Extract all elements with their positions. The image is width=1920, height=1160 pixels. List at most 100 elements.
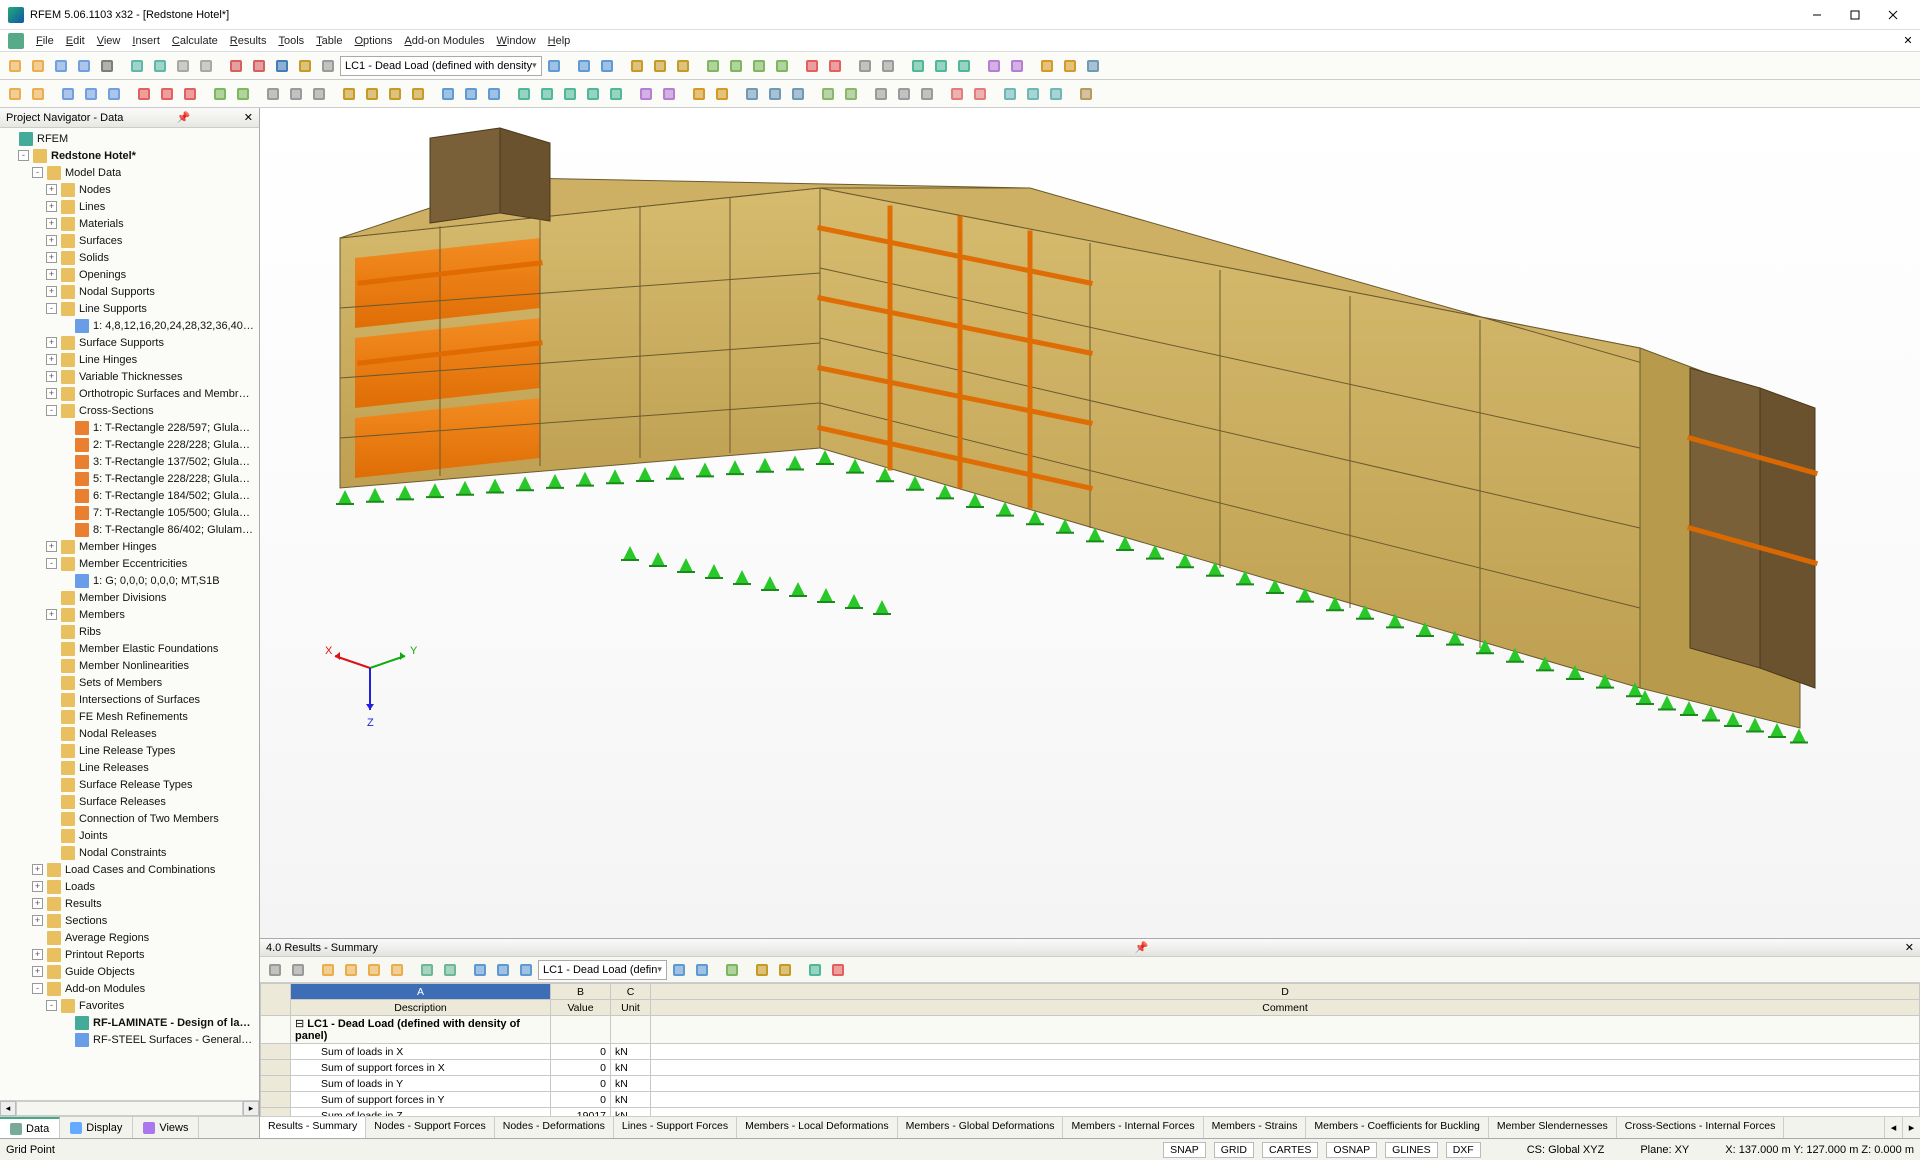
col-b[interactable]: B [551, 984, 611, 1000]
dxf-toggle[interactable]: DXF [1446, 1142, 1481, 1158]
tree-node[interactable]: -Favorites [0, 997, 259, 1014]
toolbar-button[interactable] [1036, 55, 1058, 77]
toolbar-button[interactable] [103, 83, 125, 105]
toolbar-button[interactable] [635, 83, 657, 105]
toolbar-button[interactable] [1059, 55, 1081, 77]
toolbar-button[interactable] [4, 83, 26, 105]
expand-icon[interactable]: + [46, 609, 57, 620]
toolbar-button[interactable] [338, 83, 360, 105]
tree-node[interactable]: Surface Releases [0, 793, 259, 810]
tree-node[interactable]: +Surface Supports [0, 334, 259, 351]
toolbar-button[interactable] [294, 55, 316, 77]
navigator-close-icon[interactable]: ✕ [244, 111, 253, 124]
col-a[interactable]: A [291, 984, 551, 1000]
close-button[interactable] [1874, 3, 1912, 27]
results-tab[interactable]: Members - Local Deformations [737, 1117, 898, 1138]
toolbar-button[interactable] [172, 55, 194, 77]
navigator-hscroll[interactable]: ◂ ▸ [0, 1100, 259, 1116]
toolbar-button[interactable] [232, 83, 254, 105]
tree-node[interactable]: Nodal Releases [0, 725, 259, 742]
toolbar-button[interactable] [1082, 55, 1104, 77]
navigator-pin-icon[interactable]: 📌 [177, 111, 191, 124]
toolbar-button[interactable] [285, 83, 307, 105]
toolbar-button[interactable] [156, 83, 178, 105]
toolbar-button[interactable] [840, 83, 862, 105]
collapse-icon[interactable]: - [46, 303, 57, 314]
tree-node[interactable]: +Solids [0, 249, 259, 266]
expand-icon[interactable]: + [32, 949, 43, 960]
tree-node[interactable]: Joints [0, 827, 259, 844]
tree-node[interactable]: +Members [0, 606, 259, 623]
toolbar-button[interactable] [907, 55, 929, 77]
toolbar-button[interactable] [1022, 83, 1044, 105]
tree-node[interactable]: -Member Eccentricities [0, 555, 259, 572]
tree-node[interactable]: FE Mesh Refinements [0, 708, 259, 725]
toolbar-button[interactable] [559, 83, 581, 105]
tabs-scroll-left[interactable]: ◂ [1884, 1117, 1902, 1138]
toolbar-button[interactable] [672, 55, 694, 77]
collapse-icon[interactable]: - [46, 405, 57, 416]
toolbar-button[interactable] [854, 55, 876, 77]
toolbar-button[interactable] [149, 55, 171, 77]
tree-node[interactable]: +Results [0, 895, 259, 912]
toolbar-button[interactable] [483, 83, 505, 105]
tree-node[interactable]: Intersections of Surfaces [0, 691, 259, 708]
toolbar-button[interactable] [73, 55, 95, 77]
tree-node[interactable]: +Sections [0, 912, 259, 929]
results-pin-icon[interactable]: 📌 [1134, 941, 1148, 954]
tree-node[interactable]: +Nodes [0, 181, 259, 198]
toolbar-button[interactable] [969, 83, 991, 105]
toolbar-button[interactable] [751, 959, 773, 981]
tree-node[interactable]: +Lines [0, 198, 259, 215]
expand-icon[interactable]: + [46, 184, 57, 195]
toolbar-button[interactable] [870, 83, 892, 105]
expand-icon[interactable]: + [46, 371, 57, 382]
toolbar-button[interactable] [317, 55, 339, 77]
toolbar-button[interactable] [649, 55, 671, 77]
tree-node[interactable]: 1: G; 0,0,0; 0,0,0; MT,S1B [0, 572, 259, 589]
toolbar-button[interactable] [877, 55, 899, 77]
toolbar-button[interactable] [827, 959, 849, 981]
tree-node[interactable]: +Line Hinges [0, 351, 259, 368]
toolbar-button[interactable] [317, 959, 339, 981]
toolbar-button[interactable] [209, 83, 231, 105]
results-tab[interactable]: Cross-Sections - Internal Forces [1617, 1117, 1785, 1138]
menu-calculate[interactable]: Calculate [166, 33, 224, 49]
table-row[interactable]: Sum of support forces in X0kN [261, 1060, 1920, 1076]
toolbar-button[interactable] [416, 959, 438, 981]
results-tab[interactable]: Lines - Support Forces [614, 1117, 737, 1138]
navigator-tab-views[interactable]: Views [133, 1117, 199, 1138]
toolbar-button[interactable] [824, 55, 846, 77]
tree-rflaminate[interactable]: RF-LAMINATE - Design of laminate surfac [0, 1014, 259, 1031]
toolbar-button[interactable] [361, 83, 383, 105]
toolbar-button[interactable] [133, 83, 155, 105]
toolbar-button[interactable] [658, 83, 680, 105]
results-close-icon[interactable]: ✕ [1905, 941, 1914, 954]
expand-icon[interactable]: + [32, 864, 43, 875]
tree-node[interactable]: Connection of Two Members [0, 810, 259, 827]
tree-node[interactable]: Sets of Members [0, 674, 259, 691]
tree-linesupports[interactable]: -Line Supports [0, 300, 259, 317]
toolbar-button[interactable] [287, 959, 309, 981]
toolbar-button[interactable] [225, 55, 247, 77]
toolbar-button[interactable] [605, 83, 627, 105]
tree-node[interactable]: Member Elastic Foundations [0, 640, 259, 657]
toolbar-button[interactable] [536, 83, 558, 105]
tree-node[interactable]: 2: T-Rectangle 228/228; Glulam Timber GL… [0, 436, 259, 453]
toolbar-button[interactable] [513, 83, 535, 105]
results-table[interactable]: A B C D Description Value Unit Comment ⊟… [260, 983, 1920, 1116]
tree-node[interactable]: +Guide Objects [0, 963, 259, 980]
menu-options[interactable]: Options [348, 33, 398, 49]
scroll-left-icon[interactable]: ◂ [0, 1101, 16, 1116]
results-tab[interactable]: Results - Summary [260, 1117, 366, 1138]
toolbar-button[interactable] [626, 55, 648, 77]
toolbar-button[interactable] [787, 83, 809, 105]
tree-node[interactable]: 1: T-Rectangle 228/597; Glulam Timber GL… [0, 419, 259, 436]
toolbar-button[interactable] [953, 55, 975, 77]
toolbar-button[interactable] [179, 83, 201, 105]
toolbar-button[interactable] [515, 959, 537, 981]
expand-icon[interactable]: + [32, 881, 43, 892]
toolbar-button[interactable] [126, 55, 148, 77]
tree-node[interactable]: +Nodal Supports [0, 283, 259, 300]
expand-icon[interactable]: + [46, 354, 57, 365]
